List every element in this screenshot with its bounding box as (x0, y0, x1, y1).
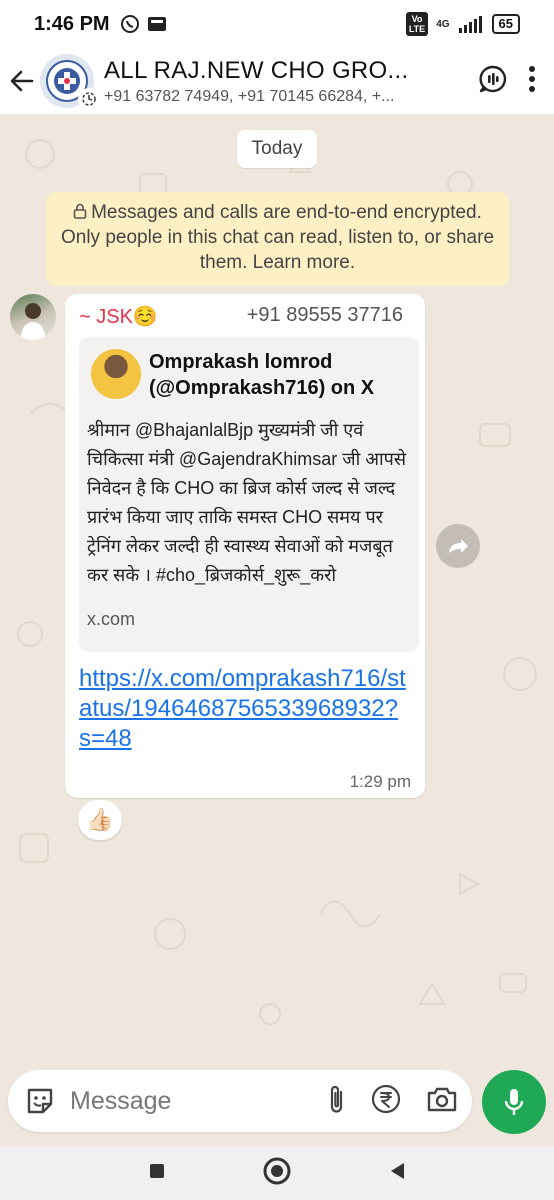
forward-button[interactable] (436, 524, 480, 568)
sender-name[interactable]: ~ JSK☺️ (79, 304, 158, 329)
date-separator: Today (237, 130, 317, 168)
whatsapp-notification-icon (120, 15, 139, 33)
chat-header: ALL RAJ.NEW CHO GRO... +91 63782 74949, … (0, 48, 554, 114)
chat-area[interactable]: Today Messages and calls are end-to-end … (0, 114, 554, 1054)
lock-icon (73, 203, 87, 219)
forward-arrow-icon (449, 539, 468, 553)
battery-indicator: 65 (491, 14, 520, 34)
microphone-icon (504, 1089, 524, 1115)
link-preview-card[interactable]: Omprakash lomrod (@Omprakash716) on X श्… (79, 337, 419, 652)
encryption-notice[interactable]: Messages and calls are end-to-end encryp… (46, 192, 509, 286)
emoji-button[interactable] (24, 1085, 56, 1117)
sender-phone[interactable]: +91 89555 37716 (247, 304, 403, 327)
message-input[interactable] (70, 1086, 270, 1116)
person-photo (20, 303, 46, 340)
message-link[interactable]: https://x.com/omprakash716/status/194646… (79, 664, 409, 754)
message-reaction[interactable]: 👍🏻 (78, 800, 122, 840)
camera-icon (427, 1087, 457, 1111)
network-type: 4G (436, 18, 450, 30)
volte-indicator: Vo LTE (405, 12, 429, 36)
camera-button[interactable] (426, 1085, 458, 1118)
preview-domain: x.com (87, 609, 136, 629)
rupee-icon (371, 1084, 401, 1113)
message-bubble[interactable]: ~ JSK☺️ +91 89555 37716 Omprakash lomrod… (65, 294, 425, 798)
back-button[interactable] (2, 56, 42, 106)
more-vertical-icon (529, 65, 535, 92)
preview-thumbnail (91, 349, 141, 399)
disappearing-timer-icon (82, 92, 96, 106)
back-nav-button[interactable] (387, 1160, 407, 1187)
status-time: 1:46 PM (34, 12, 110, 35)
group-avatar[interactable] (40, 54, 100, 110)
message-input-bar (8, 1070, 472, 1132)
paperclip-icon (330, 1085, 343, 1113)
audio-chat-icon (479, 65, 507, 92)
encryption-notice-text: Messages and calls are end-to-end encryp… (60, 202, 495, 273)
sticker-smile-icon (27, 1088, 53, 1114)
chat-info[interactable]: ALL RAJ.NEW CHO GRO... +91 63782 74949, … (104, 57, 434, 106)
payment-button[interactable] (370, 1083, 402, 1120)
arrow-left-icon (10, 70, 34, 92)
more-options-button[interactable] (528, 65, 536, 98)
home-button[interactable] (262, 1156, 292, 1191)
preview-description: श्रीमान @BhajanlalBjp मुख्यमंत्री जी एवं… (87, 420, 407, 585)
preview-title: Omprakash lomrod (@Omprakash716) on X (149, 351, 375, 399)
attach-button[interactable] (328, 1083, 346, 1120)
voice-message-button[interactable] (482, 1070, 546, 1134)
signal-icon (458, 16, 482, 33)
audio-chat-button[interactable] (478, 64, 508, 99)
square-icon (150, 1163, 164, 1178)
navigation-bar (0, 1146, 554, 1200)
home-circle-icon (263, 1157, 291, 1184)
triangle-back-icon (391, 1162, 404, 1179)
news-app-icon (147, 17, 166, 31)
chat-members: +91 63782 74949, +91 70145 66284, +... (104, 87, 395, 105)
recents-button[interactable] (147, 1161, 167, 1186)
chat-title: ALL RAJ.NEW CHO GRO... (104, 56, 409, 84)
sender-avatar[interactable] (10, 294, 56, 340)
message-timestamp: 1:29 pm (349, 772, 411, 791)
status-bar: 1:46 PM Vo LTE 4G 65 (0, 0, 554, 48)
composer (0, 1064, 554, 1136)
